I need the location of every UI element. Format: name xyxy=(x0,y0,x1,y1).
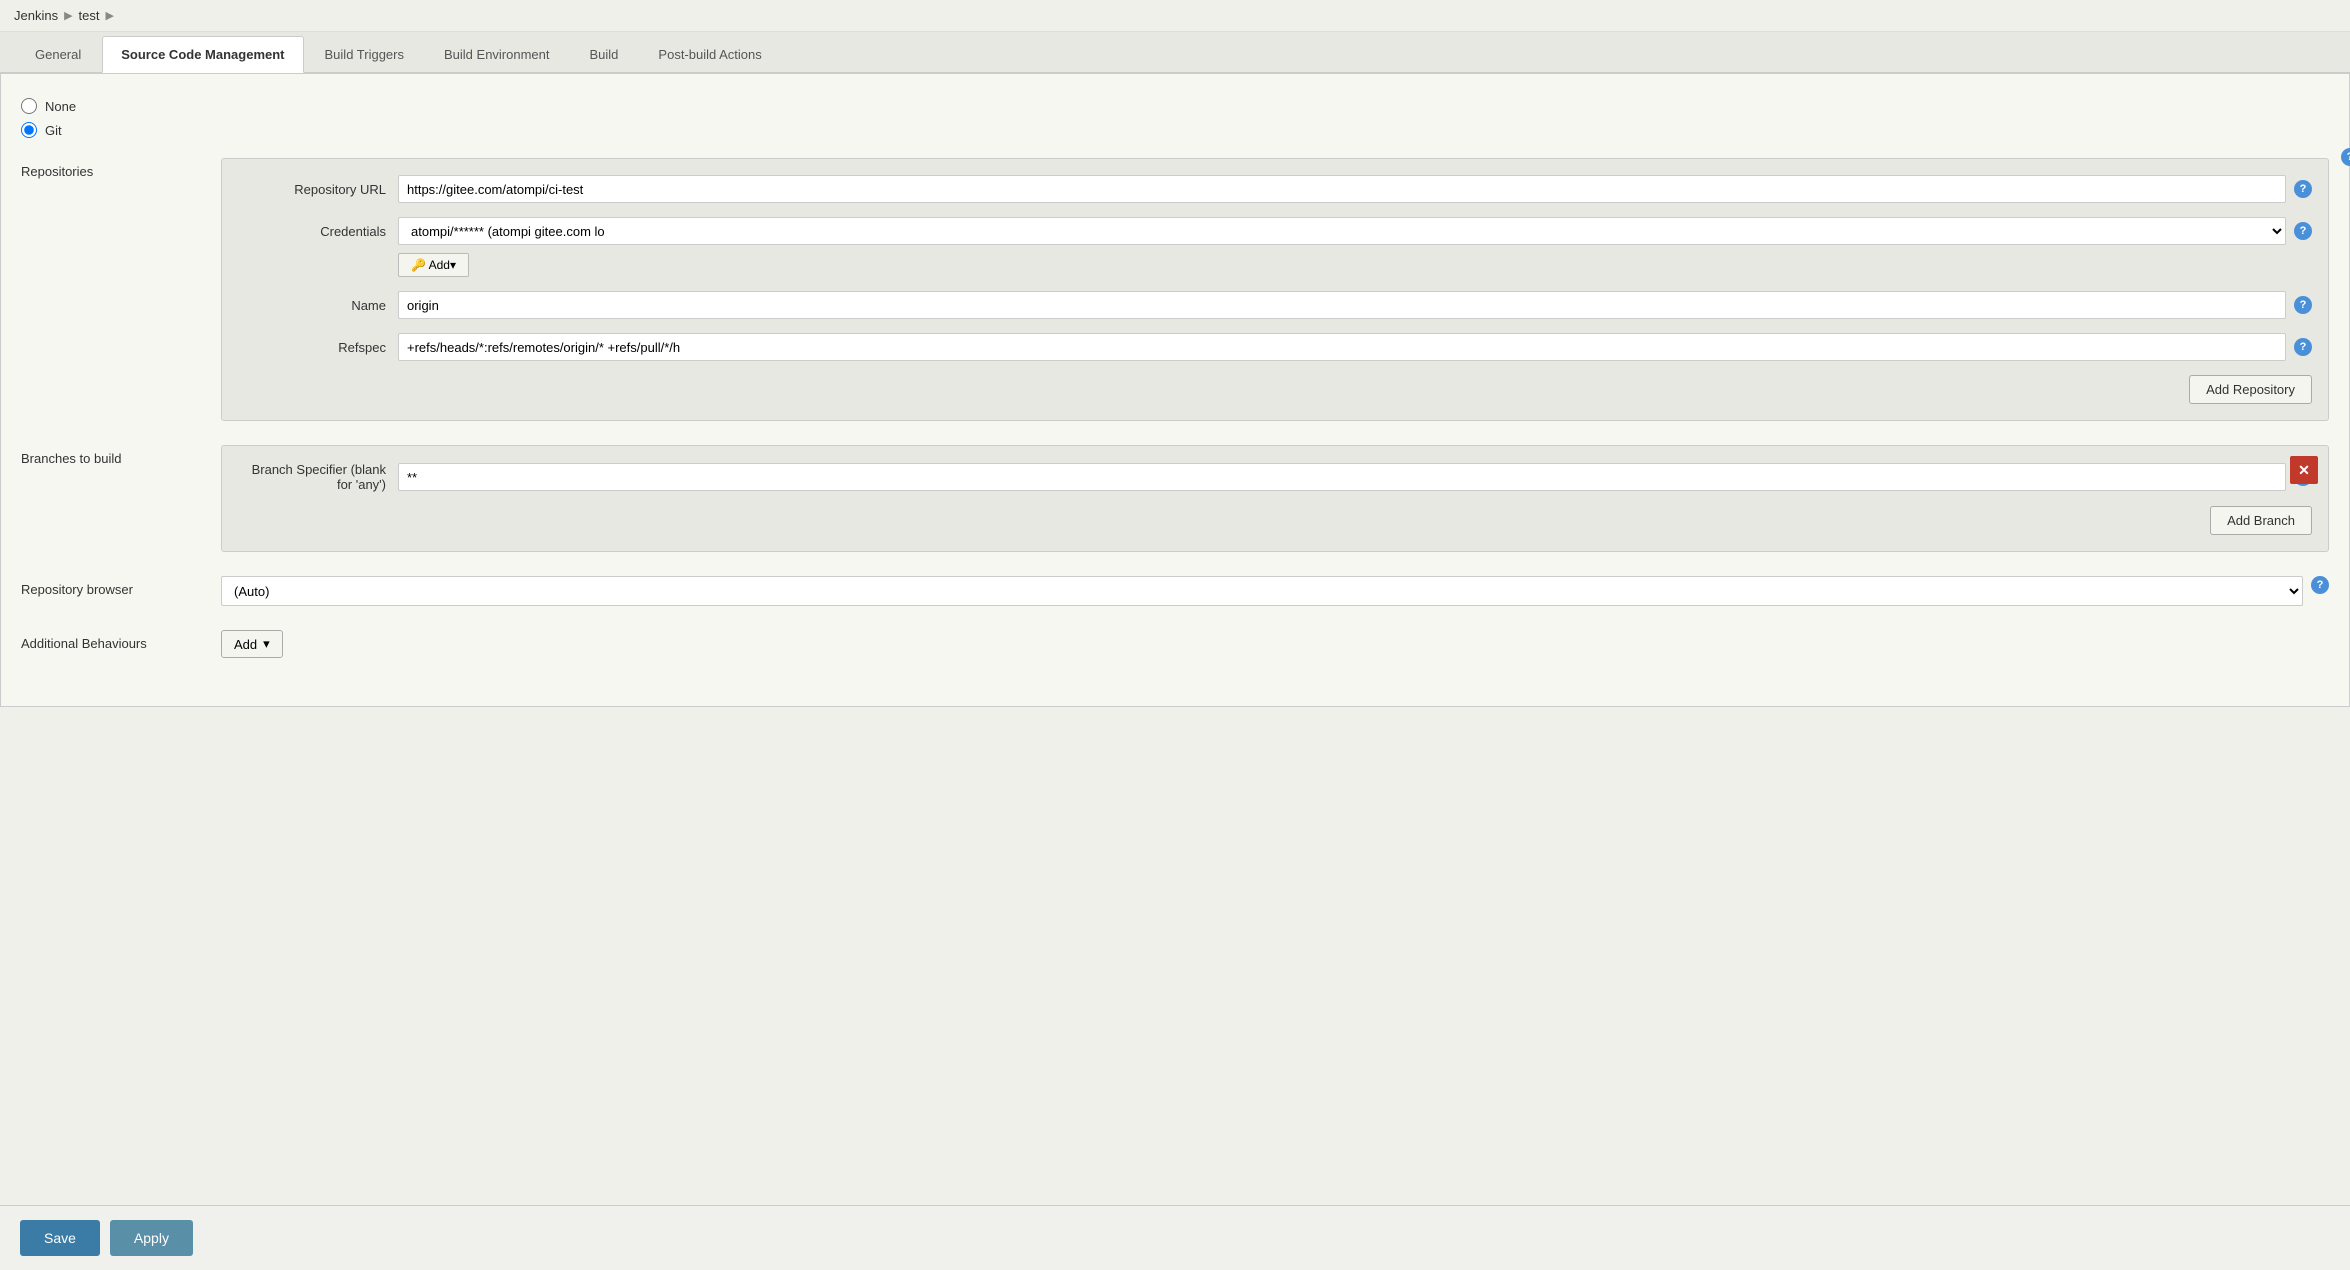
credentials-row: Credentials atompi/****** (atompi gitee.… xyxy=(238,217,2312,245)
credentials-block: Credentials atompi/****** (atompi gitee.… xyxy=(238,217,2312,277)
breadcrumb: Jenkins ▶ test ▶ xyxy=(0,0,2350,32)
radio-git-label: Git xyxy=(45,123,62,138)
add-behaviour-button[interactable]: Add ▾ xyxy=(221,630,283,658)
name-input[interactable] xyxy=(398,291,2286,319)
repo-url-input[interactable] xyxy=(398,175,2286,203)
scm-panel: None Git Repositories Repository URL ? xyxy=(0,73,2350,707)
add-credentials-button[interactable]: 🔑 Add▾ xyxy=(398,253,469,277)
repo-url-label: Repository URL xyxy=(238,182,398,197)
radio-none-option[interactable]: None xyxy=(21,98,2329,114)
radio-git-option[interactable]: Git xyxy=(21,122,2329,138)
repo-url-help-icon[interactable]: ? xyxy=(2294,180,2312,198)
refspec-control: ? xyxy=(398,333,2312,361)
radio-git[interactable] xyxy=(21,122,37,138)
refspec-help-icon[interactable]: ? xyxy=(2294,338,2312,356)
tab-post-build[interactable]: Post-build Actions xyxy=(639,36,780,72)
add-behaviour-label: Add xyxy=(234,637,257,652)
repo-browser-help-icon[interactable]: ? xyxy=(2311,576,2329,594)
radio-none-label: None xyxy=(45,99,76,114)
add-credentials-row: 🔑 Add▾ xyxy=(238,253,2312,277)
branch-specifier-label: Branch Specifier (blank for 'any') xyxy=(238,462,398,492)
breadcrumb-jenkins[interactable]: Jenkins xyxy=(14,8,58,23)
branch-specifier-input[interactable] xyxy=(398,463,2286,491)
branches-section: Branches to build ✕ Branch Specifier (bl… xyxy=(21,445,2329,552)
credentials-control: atompi/****** (atompi gitee.com lo ? xyxy=(398,217,2312,245)
tab-build-environment[interactable]: Build Environment xyxy=(425,36,569,72)
refspec-input[interactable] xyxy=(398,333,2286,361)
breadcrumb-sep-1: ▶ xyxy=(64,9,72,22)
additional-behaviours-label: Additional Behaviours xyxy=(21,630,221,651)
tab-scm[interactable]: Source Code Management xyxy=(102,36,303,73)
repo-browser-outer: (Auto) ? xyxy=(221,576,2329,606)
branches-content: ✕ Branch Specifier (blank for 'any') ? A… xyxy=(221,445,2329,552)
breadcrumb-sep-2: ▶ xyxy=(106,9,114,22)
branches-outer: ✕ Branch Specifier (blank for 'any') ? A… xyxy=(221,445,2329,552)
add-branch-button[interactable]: Add Branch xyxy=(2210,506,2312,535)
save-button[interactable]: Save xyxy=(20,1220,100,1256)
repo-url-row: Repository URL ? xyxy=(238,175,2312,203)
add-repository-container: Add Repository xyxy=(238,375,2312,404)
additional-behaviours-section: Additional Behaviours Add ▾ xyxy=(21,630,2329,658)
bottom-bar: Save Apply xyxy=(0,1205,2350,1270)
add-behaviour-chevron-icon: ▾ xyxy=(263,636,270,652)
repositories-label: Repositories xyxy=(21,158,221,179)
credentials-label: Credentials xyxy=(238,224,398,239)
credentials-help-icon[interactable]: ? xyxy=(2294,222,2312,240)
refspec-row: Refspec ? xyxy=(238,333,2312,361)
refspec-label: Refspec xyxy=(238,340,398,355)
repo-browser-label: Repository browser xyxy=(21,576,221,597)
scm-radio-group: None Git xyxy=(21,98,2329,138)
repo-browser-select[interactable]: (Auto) xyxy=(221,576,2303,606)
credentials-select[interactable]: atompi/****** (atompi gitee.com lo xyxy=(398,217,2286,245)
radio-none[interactable] xyxy=(21,98,37,114)
remove-branch-button[interactable]: ✕ xyxy=(2290,456,2318,484)
name-row: Name ? xyxy=(238,291,2312,319)
tab-general[interactable]: General xyxy=(16,36,100,72)
breadcrumb-test[interactable]: test xyxy=(79,8,100,23)
additional-behaviours-outer: Add ▾ xyxy=(221,630,2329,658)
apply-button[interactable]: Apply xyxy=(110,1220,193,1256)
repositories-section: Repositories Repository URL ? Credential… xyxy=(21,158,2329,421)
repositories-section-help-icon[interactable]: ? xyxy=(2341,148,2350,166)
add-branch-container: Add Branch xyxy=(238,506,2312,535)
tab-build[interactable]: Build xyxy=(571,36,638,72)
tab-build-triggers[interactable]: Build Triggers xyxy=(306,36,423,72)
repo-url-control: ? xyxy=(398,175,2312,203)
repositories-content: Repository URL ? Credentials atompi/****… xyxy=(221,158,2329,421)
repo-browser-section: Repository browser (Auto) ? xyxy=(21,576,2329,606)
branches-label: Branches to build xyxy=(21,445,221,466)
add-repository-button[interactable]: Add Repository xyxy=(2189,375,2312,404)
repositories-outer: Repository URL ? Credentials atompi/****… xyxy=(221,158,2329,421)
branch-specifier-control: ? xyxy=(398,463,2312,491)
tab-bar: General Source Code Management Build Tri… xyxy=(0,32,2350,73)
name-help-icon[interactable]: ? xyxy=(2294,296,2312,314)
name-control: ? xyxy=(398,291,2312,319)
name-label: Name xyxy=(238,298,398,313)
branch-specifier-row: Branch Specifier (blank for 'any') ? xyxy=(238,462,2312,492)
